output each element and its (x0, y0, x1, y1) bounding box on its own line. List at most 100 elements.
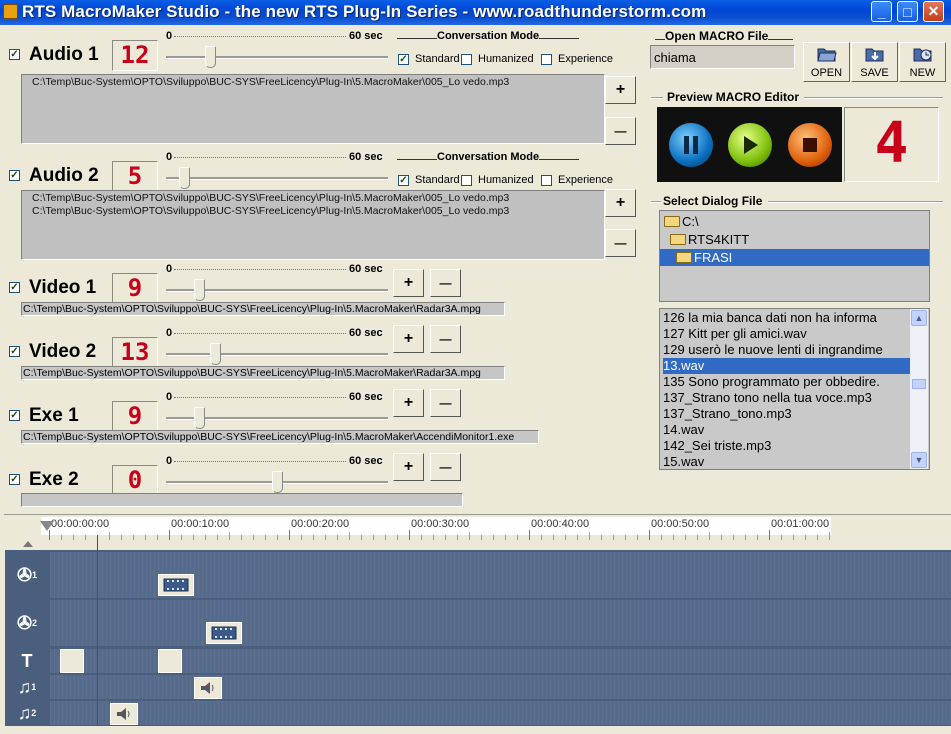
video-2-path[interactable]: C:\Temp\Buc-System\OPTO\Sviluppo\BUC-SYS… (21, 366, 505, 380)
audio-2-mode-experience-checkbox[interactable] (541, 175, 552, 186)
pause-button[interactable] (669, 123, 713, 167)
speaker-icon (201, 682, 214, 694)
minor-tick (781, 535, 782, 540)
maximize-button[interactable]: □ (897, 1, 918, 22)
exe-2-checkbox[interactable]: ✓ (9, 474, 20, 485)
open-button[interactable]: OPEN (803, 42, 850, 82)
exe-1-checkbox[interactable]: ✓ (9, 410, 20, 421)
minor-tick (421, 535, 422, 540)
audio-2-mode-humanized-checkbox[interactable] (461, 175, 472, 186)
audio-2-slider-thumb[interactable] (179, 167, 190, 189)
exe-1-add-button[interactable]: + (393, 389, 424, 417)
new-button[interactable]: NEW (899, 42, 946, 82)
list-item[interactable]: 126 la mia banca dati non ha informa (663, 310, 911, 326)
exe-1-remove-button[interactable]: — (430, 389, 461, 417)
video-1-checkbox[interactable]: ✓ (9, 282, 20, 293)
audio-2-slider-track[interactable] (166, 177, 388, 180)
file-list-scrollbar[interactable]: ▲ ▼ (910, 309, 928, 469)
video-2-slider-thumb[interactable] (210, 343, 221, 365)
clip-speaker[interactable] (110, 703, 138, 725)
collapse-up-icon[interactable] (23, 541, 33, 547)
audio-2-mode-experience-label: Experience (558, 174, 614, 186)
clip-speaker[interactable] (194, 677, 222, 699)
list-item[interactable]: 129 userò le nuove lenti di ingrandime (663, 342, 911, 358)
video-2-checkbox[interactable]: ✓ (9, 346, 20, 357)
exe-2-remove-button[interactable]: — (430, 453, 461, 481)
clip-blank[interactable] (158, 649, 182, 673)
video-1-path[interactable]: C:\Temp\Buc-System\OPTO\Sviluppo\BUC-SYS… (21, 302, 505, 316)
track-row-2[interactable] (50, 600, 951, 646)
list-item[interactable]: 142_Sei triste.mp3 (663, 438, 911, 454)
tree-item[interactable]: C:\ (664, 213, 699, 230)
audio-2-remove-button[interactable]: — (605, 229, 636, 257)
audio-2-scale-min: 0 (166, 151, 173, 163)
exe-1-scale-dots (174, 397, 346, 399)
audio-1-mode-humanized-checkbox[interactable] (461, 54, 472, 65)
minor-tick (217, 535, 218, 540)
audio-1-mode-experience-checkbox[interactable] (541, 54, 552, 65)
audio-1-path-item[interactable]: C:\Temp\Buc-System\OPTO\Sviluppo\BUC-SYS… (32, 76, 594, 89)
audio-1-remove-button[interactable]: — (605, 117, 636, 145)
preview-frame-right (804, 97, 943, 99)
track-row-4[interactable] (50, 675, 951, 699)
playhead-line[interactable] (97, 535, 98, 726)
video-1-slider-thumb[interactable] (194, 279, 205, 301)
audio-2-path-item[interactable]: C:\Temp\Buc-System\OPTO\Sviluppo\BUC-SYS… (32, 205, 594, 218)
audio-1-slider-thumb[interactable] (205, 46, 216, 68)
scroll-down-button[interactable]: ▼ (911, 452, 927, 468)
audio-2-path-item[interactable]: C:\Temp\Buc-System\OPTO\Sviluppo\BUC-SYS… (32, 192, 594, 205)
exe-2-scale-max: 60 sec (349, 455, 383, 467)
video-2-remove-button[interactable]: — (430, 325, 461, 353)
scroll-up-button[interactable]: ▲ (911, 310, 927, 326)
video-1-scale-min: 0 (166, 263, 173, 275)
list-item[interactable]: 137_Strano tono nella tua voce.mp3 (663, 390, 911, 406)
exe-2-counter: 0 (112, 465, 158, 496)
audio-2-mode-standard-checkbox[interactable]: ✓ (398, 175, 409, 186)
video-1-add-button[interactable]: + (393, 269, 424, 297)
audio-1-add-button[interactable]: + (605, 76, 636, 104)
scroll-thumb[interactable] (912, 379, 926, 389)
tree-item[interactable]: FRASI (660, 249, 929, 266)
track-row-5[interactable] (50, 701, 951, 725)
clip-film[interactable] (206, 622, 242, 644)
list-item[interactable]: 127 Kitt per gli amici.wav (663, 326, 911, 342)
video-2-slider-track[interactable] (166, 353, 388, 356)
tree-item[interactable]: RTS4KITT (670, 231, 749, 248)
playhead-marker-icon[interactable] (40, 521, 54, 531)
video-2-add-button[interactable]: + (393, 325, 424, 353)
clip-film[interactable] (158, 574, 194, 596)
audio-1-checkbox[interactable]: ✓ (9, 49, 20, 60)
stop-button[interactable] (788, 123, 832, 167)
macro-file-input[interactable] (650, 45, 795, 69)
file-list[interactable]: 126 la mia banca dati non ha informa 127 … (659, 308, 930, 470)
audio-1-slider-track[interactable] (166, 56, 388, 59)
list-item[interactable]: 137_Strano_tono.mp3 (663, 406, 911, 422)
exe-2-slider-thumb[interactable] (272, 471, 283, 493)
minor-tick (517, 535, 518, 540)
close-button[interactable]: ✕ (923, 1, 944, 22)
exe-2-path[interactable] (21, 493, 463, 507)
minor-tick (817, 535, 818, 540)
play-button[interactable] (728, 123, 772, 167)
exe-1-slider-thumb[interactable] (194, 407, 205, 429)
exe-1-path[interactable]: C:\Temp\Buc-System\OPTO\Sviluppo\BUC-SYS… (21, 430, 539, 444)
audio-2-add-button[interactable]: + (605, 189, 636, 217)
timeline-tracks: ✇ 1 ✇ 2 T ♫ 1 ♫ 2 (5, 550, 951, 726)
exe-2-add-button[interactable]: + (393, 453, 424, 481)
list-item[interactable]: 135 Sono programmato per obbedire. (663, 374, 911, 390)
audio-1-mode-standard-checkbox[interactable]: ✓ (398, 54, 409, 65)
clip-blank[interactable] (60, 649, 84, 673)
audio-2-path-list[interactable]: C:\Temp\Buc-System\OPTO\Sviluppo\BUC-SYS… (21, 190, 605, 260)
pause-icon (684, 136, 698, 154)
folder-tree[interactable]: C:\ RTS4KITT FRASI (659, 210, 930, 302)
video-1-remove-button[interactable]: — (430, 269, 461, 297)
list-item[interactable]: 15.wav (663, 454, 911, 469)
minimize-button[interactable]: _ (871, 1, 892, 22)
audio-2-checkbox[interactable]: ✓ (9, 170, 20, 181)
list-item[interactable]: 13.wav (663, 358, 911, 374)
save-button[interactable]: SAVE (851, 42, 898, 82)
audio-1-path-list[interactable]: C:\Temp\Buc-System\OPTO\Sviluppo\BUC-SYS… (21, 74, 605, 144)
list-item[interactable]: 14.wav (663, 422, 911, 438)
tree-item-label: C:\ (682, 214, 699, 229)
track-row-3[interactable] (50, 649, 951, 673)
